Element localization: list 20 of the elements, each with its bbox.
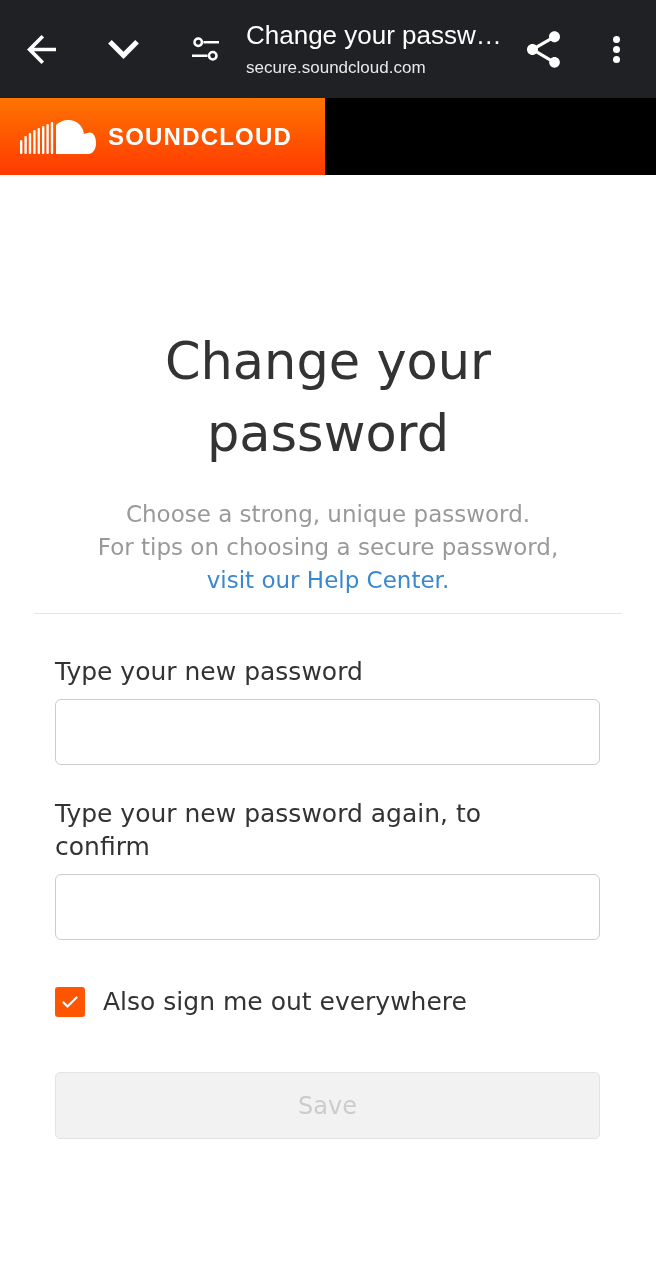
- page-title: Change your password: [163, 331, 493, 465]
- field-label: Type your new password again, to confirm: [55, 798, 483, 863]
- back-arrow-icon: [26, 34, 56, 64]
- browser-page-title: Change your passw…: [246, 19, 503, 51]
- field-label: Type your new password: [55, 656, 363, 688]
- check-icon: [62, 995, 78, 1008]
- sliders-icon: [191, 36, 219, 62]
- help-center-link[interactable]: visit our Help Center.: [206, 567, 450, 593]
- cloud-logo-icon: [20, 119, 96, 154]
- logo-text: SOUNDCLOUD: [108, 122, 292, 151]
- checkbox[interactable]: [55, 986, 85, 1017]
- share-icon: [526, 30, 560, 68]
- password-input-field[interactable]: [55, 699, 600, 765]
- browser-url: secure.soundcloud.com: [246, 57, 427, 79]
- password-input-field[interactable]: [55, 874, 600, 940]
- more-vertical-icon: [612, 35, 620, 63]
- logo-banner[interactable]: SOUNDCLOUD: [0, 98, 325, 175]
- intro-text: Choose a strong, unique password. For tips on choosing a secure password, visit our Help Center.: [96, 500, 560, 595]
- checkbox-label[interactable]: Also sign me out everywhere: [103, 985, 467, 1018]
- chevron-down-icon: [107, 39, 139, 59]
